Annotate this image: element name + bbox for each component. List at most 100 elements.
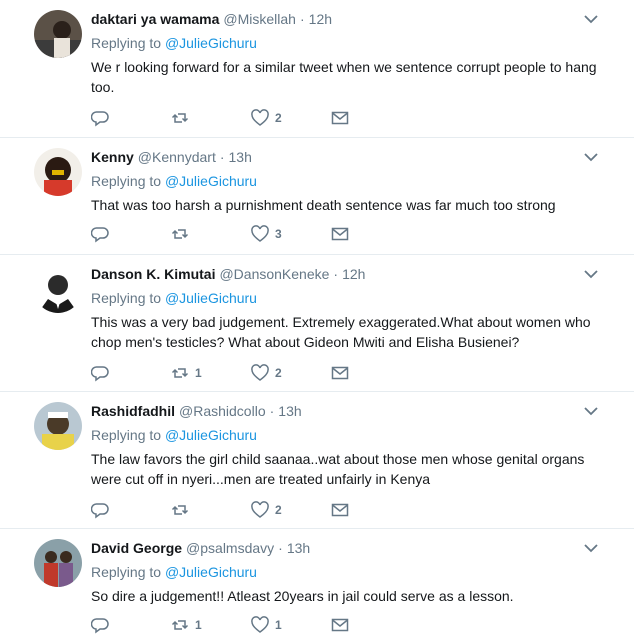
like-button[interactable]: 2 — [251, 364, 331, 382]
separator-dot: · — [299, 11, 305, 27]
author-handle[interactable]: @Miskellah — [223, 9, 296, 29]
timestamp[interactable]: 13h — [287, 538, 310, 558]
like-button[interactable]: 3 — [251, 225, 331, 243]
timestamp[interactable]: 12h — [342, 264, 365, 284]
envelope-icon — [331, 503, 349, 517]
tweet-actions: 3 — [91, 224, 411, 244]
replying-to: Replying to @JulieGichuru — [91, 33, 614, 53]
retweet-count: 1 — [195, 618, 202, 632]
retweet-button[interactable]: 1 — [171, 364, 251, 382]
author-name[interactable]: Danson K. Kimutai — [91, 264, 215, 284]
like-count: 2 — [275, 503, 282, 517]
author-handle[interactable]: @Rashidcollo — [179, 401, 266, 421]
envelope-icon — [331, 366, 349, 380]
chevron-down-icon[interactable] — [584, 14, 598, 24]
heart-icon — [251, 225, 269, 242]
replying-to: Replying to @JulieGichuru — [91, 425, 614, 445]
replying-to-link[interactable]: @JulieGichuru — [165, 427, 257, 443]
author-name[interactable]: Kenny — [91, 147, 134, 167]
dm-button[interactable] — [331, 501, 411, 519]
chevron-down-icon[interactable] — [584, 543, 598, 553]
retweet-icon — [171, 113, 189, 123]
retweet-icon — [171, 368, 189, 378]
tweet[interactable]: Kenny @Kennydart · 13h Replying to @Juli… — [0, 138, 634, 255]
reply-icon — [91, 227, 109, 243]
tweet-text: This was a very bad judgement. Extremely… — [91, 314, 591, 350]
reply-button[interactable] — [91, 364, 171, 382]
retweet-count: 1 — [195, 366, 202, 380]
tweet[interactable]: Rashidfadhil @Rashidcollo · 13h Replying… — [0, 392, 634, 529]
retweet-button[interactable] — [171, 501, 251, 519]
envelope-icon — [331, 618, 349, 632]
replying-to-link[interactable]: @JulieGichuru — [165, 35, 257, 51]
replying-to-link[interactable]: @JulieGichuru — [165, 290, 257, 306]
replying-to-label: Replying to — [91, 35, 162, 51]
retweet-button[interactable]: 1 — [171, 616, 251, 634]
reply-button[interactable] — [91, 225, 171, 243]
chevron-down-icon[interactable] — [584, 152, 598, 162]
tweet-text: That was too harsh a purnishment death s… — [91, 197, 556, 213]
chevron-down-icon[interactable] — [584, 406, 598, 416]
avatar[interactable] — [34, 148, 82, 196]
author-name[interactable]: daktari ya wamama — [91, 9, 219, 29]
separator-dot: · — [333, 266, 339, 282]
like-count: 2 — [275, 366, 282, 380]
avatar[interactable] — [34, 265, 82, 313]
retweet-button[interactable] — [171, 225, 251, 243]
heart-icon — [251, 501, 269, 518]
separator-dot: · — [219, 149, 225, 165]
like-count: 1 — [275, 618, 282, 632]
replying-to-link[interactable]: @JulieGichuru — [165, 564, 257, 580]
envelope-icon — [331, 227, 349, 241]
timestamp[interactable]: 13h — [229, 147, 252, 167]
reply-button[interactable] — [91, 109, 171, 127]
tweet-text: The law favors the girl child saanaa..wa… — [91, 451, 585, 487]
replying-to: Replying to @JulieGichuru — [91, 288, 614, 308]
avatar[interactable] — [34, 539, 82, 587]
author-handle[interactable]: @Kennydart — [138, 147, 216, 167]
dm-button[interactable] — [331, 225, 411, 243]
reply-icon — [91, 618, 109, 634]
replying-to: Replying to @JulieGichuru — [91, 562, 614, 582]
reply-button[interactable] — [91, 616, 171, 634]
like-count: 2 — [275, 111, 282, 125]
replying-to-link[interactable]: @JulieGichuru — [165, 173, 257, 189]
heart-icon — [251, 616, 269, 633]
tweet-actions: 1 2 — [91, 363, 411, 383]
dm-button[interactable] — [331, 109, 411, 127]
replying-to: Replying to @JulieGichuru — [91, 171, 614, 191]
author-handle[interactable]: @DansonKeneke — [219, 264, 329, 284]
author-name[interactable]: Rashidfadhil — [91, 401, 175, 421]
author-handle[interactable]: @psalmsdavy — [186, 538, 274, 558]
tweet[interactable]: David George @psalmsdavy · 13h Replying … — [0, 529, 634, 644]
dm-button[interactable] — [331, 364, 411, 382]
avatar[interactable] — [34, 402, 82, 450]
chevron-down-icon[interactable] — [584, 269, 598, 279]
tweet-text: So dire a judgement!! Atleast 20years in… — [91, 588, 514, 604]
tweet-actions: 2 — [91, 108, 411, 128]
separator-dot: · — [278, 540, 283, 556]
tweet-actions: 2 — [91, 500, 411, 520]
retweet-button[interactable] — [171, 109, 251, 127]
separator-dot: · — [269, 403, 275, 419]
dm-button[interactable] — [331, 616, 411, 634]
like-button[interactable]: 2 — [251, 501, 331, 519]
like-count: 3 — [275, 227, 282, 241]
envelope-icon — [331, 111, 349, 125]
timestamp[interactable]: 12h — [309, 9, 332, 29]
timestamp[interactable]: 13h — [278, 401, 301, 421]
replying-to-label: Replying to — [91, 290, 162, 306]
like-button[interactable]: 1 — [251, 616, 331, 634]
author-name[interactable]: David George — [91, 538, 182, 558]
like-button[interactable]: 2 — [251, 109, 331, 127]
tweet-text: We r looking forward for a similar tweet… — [91, 59, 597, 95]
replying-to-label: Replying to — [91, 427, 162, 443]
tweet[interactable]: Danson K. Kimutai @DansonKeneke · 12h Re… — [0, 255, 634, 392]
retweet-icon — [171, 620, 189, 630]
avatar[interactable] — [34, 10, 82, 58]
reply-icon — [91, 366, 109, 382]
tweet[interactable]: daktari ya wamama @Miskellah · 12h Reply… — [0, 0, 634, 138]
reply-button[interactable] — [91, 501, 171, 519]
tweet-actions: 1 1 — [91, 615, 411, 635]
replying-to-label: Replying to — [91, 173, 162, 189]
